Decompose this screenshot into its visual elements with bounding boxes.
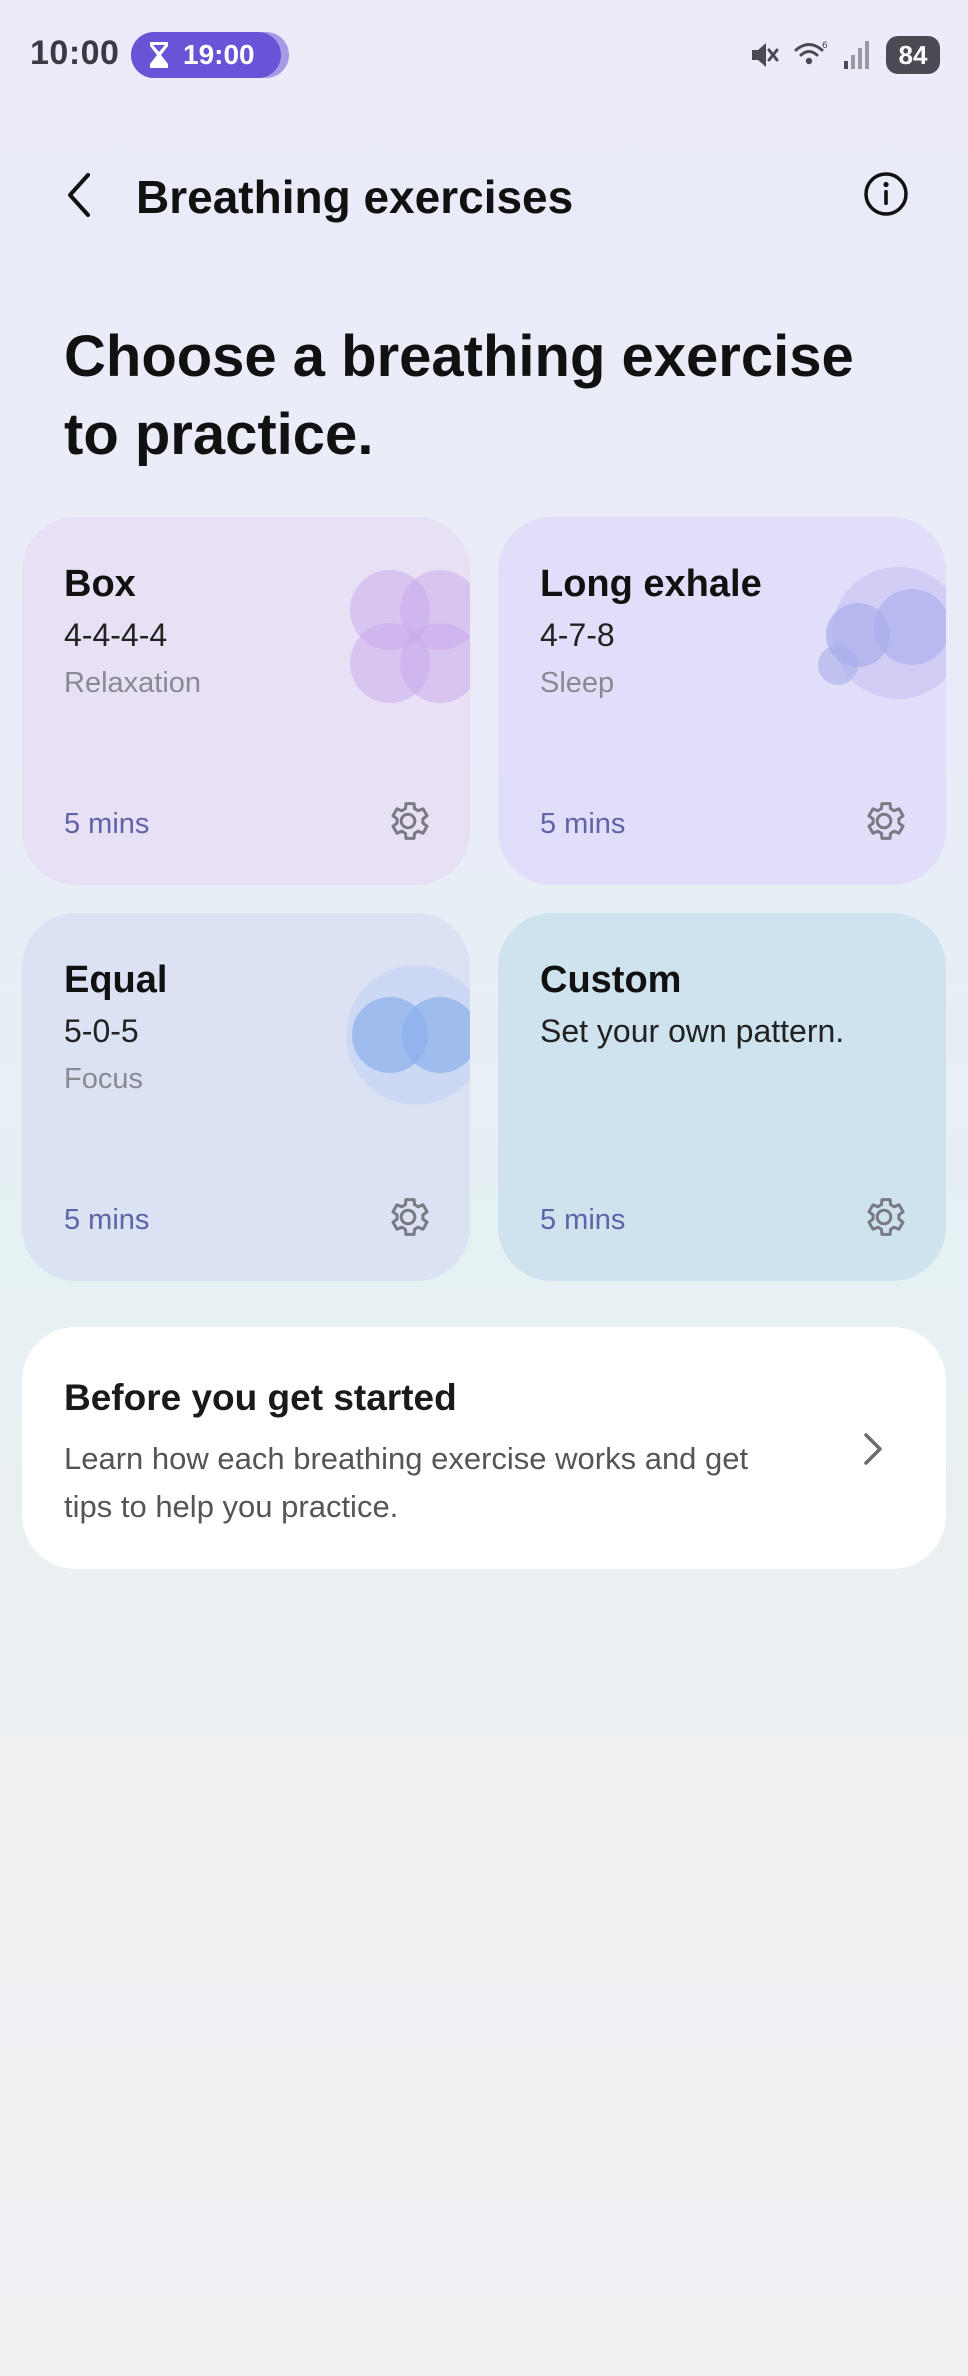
svg-text:6: 6 — [822, 41, 828, 51]
exercise-card-long-exhale[interactable]: Long exhale 4-7-8 Sleep 5 mins — [498, 517, 946, 885]
card-pattern: Set your own pattern. — [540, 1013, 845, 1049]
status-time: 10:00 — [30, 34, 120, 72]
page-title: Breathing exercises — [136, 171, 574, 223]
exercise-card-custom[interactable]: Custom Set your own pattern. 5 mins — [498, 913, 946, 1281]
info-card-title: Before you get started — [64, 1377, 457, 1418]
chevron-left-icon — [68, 173, 90, 217]
gear-icon[interactable] — [386, 1193, 434, 1241]
gear-icon[interactable] — [862, 1193, 910, 1241]
card-title: Box — [64, 563, 136, 605]
info-card-description: Learn how each breathing exercise works … — [64, 1441, 749, 1524]
card-type: Relaxation — [64, 667, 202, 699]
before-you-get-started-card[interactable]: Before you get started Learn how each br… — [22, 1327, 946, 1569]
card-type: Focus — [64, 1063, 143, 1095]
timer-pill[interactable]: 19:00 — [131, 32, 281, 78]
battery-indicator: 84 — [886, 36, 940, 74]
mute-icon — [752, 43, 779, 67]
status-icons: 6 84 — [748, 36, 940, 74]
timer-text: 19:00 — [183, 39, 255, 70]
info-icon — [864, 172, 908, 216]
card-duration: 5 mins — [64, 1204, 150, 1236]
long-exhale-bubbles-art-icon — [818, 567, 946, 699]
card-title: Custom — [540, 959, 682, 1001]
wifi-icon: 6 — [794, 41, 828, 65]
card-pattern: 4-4-4-4 — [64, 617, 168, 653]
exercise-card-box[interactable]: Box 4-4-4-4 Relaxation 5 mins — [22, 517, 470, 885]
headline: Choose a breathing exercise to practice. — [64, 324, 854, 467]
card-pattern: 4-7-8 — [540, 617, 615, 653]
card-duration: 5 mins — [64, 808, 150, 840]
card-duration: 5 mins — [540, 1204, 626, 1236]
info-button[interactable] — [860, 168, 912, 220]
chevron-right-icon — [864, 1433, 882, 1465]
equal-circles-art-icon — [346, 965, 470, 1105]
gear-icon[interactable] — [386, 797, 434, 845]
card-duration: 5 mins — [540, 808, 626, 840]
card-title: Equal — [64, 959, 168, 1001]
card-title: Long exhale — [540, 563, 762, 605]
card-pattern: 5-0-5 — [64, 1013, 139, 1049]
exercise-card-equal[interactable]: Equal 5-0-5 Focus 5 mins — [22, 913, 470, 1281]
hourglass-icon — [150, 42, 168, 68]
card-type: Sleep — [540, 667, 615, 699]
gear-icon[interactable] — [862, 797, 910, 845]
signal-icon — [844, 41, 869, 69]
back-button[interactable] — [52, 165, 106, 225]
box-flower-art-icon — [350, 570, 470, 703]
status-bar: 10:00 19:00 6 84 — [0, 0, 968, 110]
